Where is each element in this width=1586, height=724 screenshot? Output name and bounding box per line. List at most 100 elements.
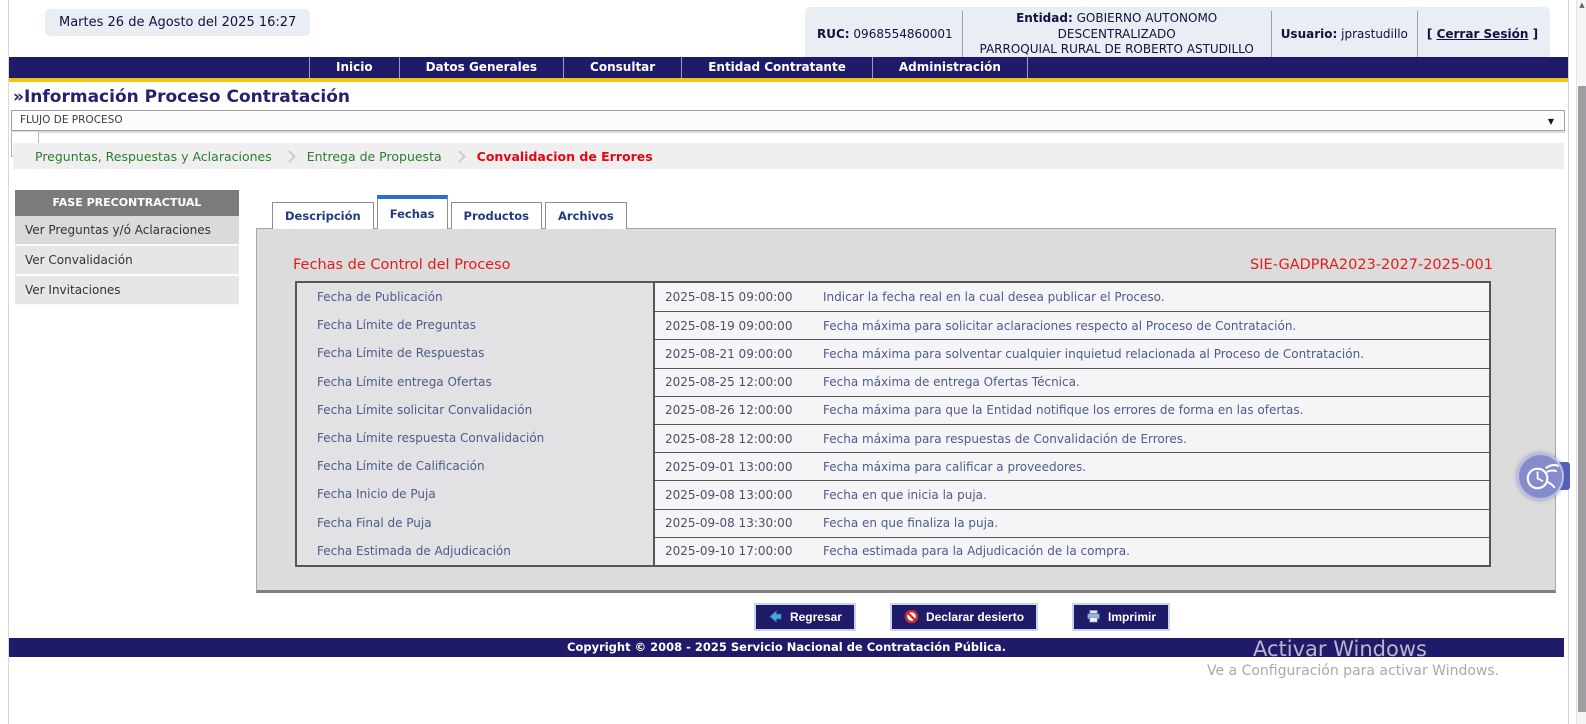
page-title: »Información Proceso Contratación [13, 87, 350, 107]
no-sign-icon [904, 609, 919, 624]
nav-item-consultar[interactable]: Consultar [564, 57, 682, 78]
user-label: Usuario: [1281, 27, 1338, 41]
fecha-desc: Fecha máxima para solventar cualquier in… [815, 340, 1489, 367]
tab-fechas[interactable]: Fechas [377, 195, 448, 229]
fecha-label: Fecha Límite entrega Ofertas [297, 368, 655, 396]
scroll-up-icon[interactable]: ▲ [1577, 1, 1586, 9]
fecha-value: 2025-09-08 13:30:00 [655, 510, 815, 537]
fecha-desc: Fecha en que inicia la puja. [815, 481, 1489, 508]
copyright-text: Copyright © 2008 - 2025 Servicio Naciona… [567, 640, 1006, 654]
nav-item-datos-generales[interactable]: Datos Generales [400, 57, 564, 78]
vertical-scrollbar[interactable]: ▲ [1576, 0, 1586, 724]
fecha-value: 2025-08-21 09:00:00 [655, 340, 815, 367]
entity-info: Entidad: GOBIERNO AUTONOMO DESCENTRALIZA… [972, 11, 1262, 58]
ruc-value: 0968554860001 [853, 27, 952, 41]
fecha-value: 2025-08-25 12:00:00 [655, 369, 815, 396]
logout-button[interactable]: Cerrar Sesión [1437, 27, 1529, 41]
action-buttons: Regresar Declarar desierto Imprimir [312, 603, 1586, 631]
fecha-desc: Fecha estimada para la Adjudicación de l… [815, 538, 1489, 565]
bracket-open: [ [1427, 27, 1432, 41]
nav-item-inicio[interactable]: Inicio [309, 57, 400, 78]
fecha-value: 2025-09-01 13:00:00 [655, 453, 815, 480]
table-row: Fecha Inicio de Puja 2025-09-08 13:00:00… [297, 480, 1489, 508]
table-row: Fecha de Publicación 2025-08-15 09:00:00… [297, 283, 1489, 311]
fecha-value: 2025-08-19 09:00:00 [655, 312, 815, 339]
process-code: SIE-GADPRA2023-2027-2025-001 [1250, 257, 1493, 273]
fecha-value: 2025-08-15 09:00:00 [655, 283, 815, 311]
table-row: Fecha Límite solicitar Convalidación 202… [297, 396, 1489, 424]
fechas-table: Fecha de Publicación 2025-08-15 09:00:00… [295, 281, 1491, 567]
fecha-label: Fecha de Publicación [297, 283, 655, 311]
fecha-desc: Fecha máxima para respuestas de Convalid… [815, 425, 1489, 452]
tab-bar: Descripción Fechas Productos Archivos [272, 195, 630, 229]
windows-activation-watermark: Activar Windows [1253, 637, 1427, 661]
sidebar-fase-precontractual: FASE PRECONTRACTUAL Ver Preguntas y/ó Ac… [15, 190, 239, 306]
chevron-right-icon [283, 150, 296, 163]
fecha-desc: Indicar la fecha real en la cual desea p… [815, 283, 1489, 311]
tab-productos[interactable]: Productos [451, 202, 542, 229]
datetime-display: Martes 26 de Agosto del 2025 16:27 [45, 9, 310, 36]
table-row: Fecha Límite respuesta Convalidación 202… [297, 424, 1489, 452]
windows-activation-watermark-sub: Ve a Configuración para activar Windows. [1207, 663, 1499, 679]
fecha-desc: Fecha máxima para solicitar aclaraciones… [815, 312, 1489, 339]
tab-archivos[interactable]: Archivos [545, 202, 627, 229]
table-row: Fecha Límite de Calificación 2025-09-01 … [297, 452, 1489, 480]
imprimir-button[interactable]: Imprimir [1072, 603, 1170, 631]
regresar-label: Regresar [790, 610, 842, 624]
back-arrow-icon [768, 609, 783, 624]
nav-item-entidad-contratante[interactable]: Entidad Contratante [682, 57, 873, 78]
fecha-desc: Fecha máxima para calificar a proveedore… [815, 453, 1489, 480]
fecha-label: Fecha Límite de Preguntas [297, 311, 655, 339]
fecha-value: 2025-09-10 17:00:00 [655, 538, 815, 565]
fecha-label: Fecha Límite de Respuestas [297, 339, 655, 367]
nav-item-administracion[interactable]: Administración [873, 57, 1028, 78]
chevron-right-icon [453, 150, 466, 163]
chevron-down-icon: ▼ [1548, 112, 1554, 131]
table-row: Fecha Estimada de Adjudicación 2025-09-1… [297, 537, 1489, 565]
printer-icon [1086, 609, 1101, 624]
table-row: Fecha Límite de Respuestas 2025-08-21 09… [297, 339, 1489, 367]
sidebar-title: FASE PRECONTRACTUAL [15, 190, 239, 216]
nav-accent-bar [9, 78, 1568, 82]
regresar-button[interactable]: Regresar [754, 603, 856, 631]
table-row: Fecha Final de Puja 2025-09-08 13:30:00F… [297, 509, 1489, 537]
fecha-label: Fecha Límite de Calificación [297, 452, 655, 480]
tab-descripcion[interactable]: Descripción [272, 202, 374, 229]
session-info-bar: RUC: 0968554860001 Entidad: GOBIERNO AUT… [805, 7, 1550, 62]
winged-clock-icon [1517, 453, 1564, 500]
breadcrumb-step-entrega[interactable]: Entrega de Propuesta [307, 149, 442, 164]
flujo-label: FLUJO DE PROCESO [20, 114, 123, 126]
fecha-label: Fecha Final de Puja [297, 509, 655, 537]
page-frame: Martes 26 de Agosto del 2025 16:27 RUC: … [8, 0, 1569, 724]
user-info: Usuario: jprastudillo [1281, 27, 1408, 41]
breadcrumb-step-convalidacion[interactable]: Convalidacion de Errores [477, 149, 653, 164]
logout-wrapper: [ Cerrar Sesión ] [1427, 27, 1538, 41]
declarar-desierto-button[interactable]: Declarar desierto [890, 603, 1038, 631]
sidebar-item-ver-convalidacion[interactable]: Ver Convalidación [15, 246, 239, 276]
declarar-desierto-label: Declarar desierto [926, 610, 1024, 624]
fecha-label: Fecha Límite solicitar Convalidación [297, 396, 655, 424]
ruc-info: RUC: 0968554860001 [817, 27, 953, 41]
separator [962, 11, 963, 58]
breadcrumb-step-preguntas[interactable]: Preguntas, Respuestas y Aclaraciones [35, 149, 272, 164]
table-row: Fecha Límite entrega Ofertas 2025-08-25 … [297, 368, 1489, 396]
fecha-value: 2025-08-28 12:00:00 [655, 425, 815, 452]
fecha-label: Fecha Estimada de Adjudicación [297, 537, 655, 565]
sidebar-item-ver-invitaciones[interactable]: Ver Invitaciones [15, 276, 239, 306]
clock-extension-button[interactable] [1517, 453, 1577, 503]
scrollbar-thumb[interactable] [1578, 86, 1586, 712]
process-stage-breadcrumb: Preguntas, Respuestas y Aclaraciones Ent… [13, 143, 1564, 169]
entity-name-line1: GOBIERNO AUTONOMO DESCENTRALIZADO [1058, 11, 1218, 41]
separator [1271, 11, 1272, 58]
fecha-label: Fecha Inicio de Puja [297, 480, 655, 508]
sidebar-item-ver-preguntas[interactable]: Ver Preguntas y/ó Aclaraciones [15, 216, 239, 246]
fecha-value: 2025-09-08 13:00:00 [655, 481, 815, 508]
fecha-value: 2025-08-26 12:00:00 [655, 397, 815, 424]
entity-name-line2: PARROQUIAL RURAL DE ROBERTO ASTUDILLO [980, 42, 1254, 56]
fecha-label: Fecha Límite respuesta Convalidación [297, 424, 655, 452]
entity-label: Entidad: [1016, 11, 1073, 25]
flujo-de-proceso-dropdown[interactable]: FLUJO DE PROCESO ▼ [11, 110, 1565, 131]
fecha-desc: Fecha en que finaliza la puja. [815, 510, 1489, 537]
user-value: jprastudillo [1341, 27, 1408, 41]
fechas-panel: Fechas de Control del Proceso SIE-GADPRA… [256, 228, 1556, 593]
